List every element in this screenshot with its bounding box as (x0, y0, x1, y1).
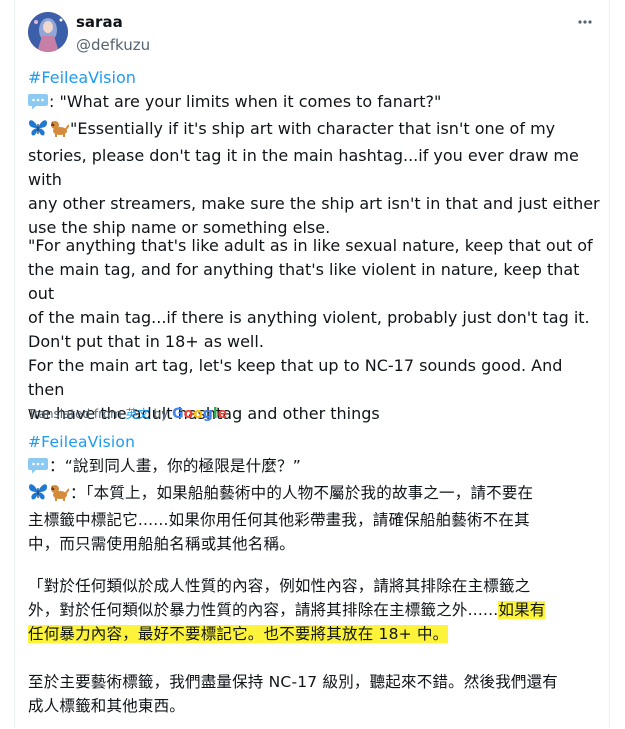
translation-question-text: “說到同人畫，你的極限是什麼？” (64, 457, 301, 475)
author-name[interactable]: saraa (76, 13, 123, 31)
dog-emoji (49, 483, 70, 508)
avatar[interactable] (28, 12, 68, 52)
source-language-link[interactable]: 英文 (126, 407, 150, 421)
hashtag-link[interactable]: #FeileaVision (28, 68, 136, 87)
translation-text-intro: #FeileaVision ：“說到同人畫，你的極限是什麼？” ：「本質上，如果… (28, 430, 603, 556)
highlighted-text-2: 任何暴力內容，最好不要標記它。也不要將其放在 18+ 中。 (28, 625, 449, 643)
translation-answer-line-2: 主標籤中標記它......如果你用任何其他彩帶畫我，請確保船舶藝術不在其 (28, 511, 530, 529)
answer-line-3: any other streamers, make sure the ship … (28, 194, 600, 213)
translation-paragraph-3-line-1: 至於主要藝術標籤，我們盡量保持 NC-17 級別，聽起來不錯。然後我們還有 (28, 673, 558, 691)
translation-question-prefix: ： (49, 457, 65, 475)
translation-paragraph-3: 至於主要藝術標籤，我們盡量保持 NC-17 級別，聽起來不錯。然後我們還有 成人… (28, 670, 603, 718)
translation-paragraph-3-line-2: 成人標籤和其他東西。 (28, 697, 186, 715)
butterfly-emoji (28, 119, 48, 144)
translated-by-label: by (153, 407, 169, 421)
more-horizontal-icon (578, 20, 592, 24)
translation-answer-line-3: 中，而只需使用船舶名稱或其他名稱。 (28, 535, 295, 553)
google-logo: Google (172, 406, 228, 422)
translation-paragraph-2: 「對於任何類似於成人性質的內容，例如性內容，請將其排除在主標籤之 外，對於任何類… (28, 574, 603, 646)
translation-paragraph-2-line-2: 外，對於任何類似於暴力性質的內容，請將其排除在主標籤之外...... (28, 601, 499, 619)
answer-line-1: "Essentially if it's ship art with chara… (70, 119, 556, 138)
post-text-paragraph-2: "For anything that's like adult as in li… (28, 234, 603, 354)
tweet-card: saraa @defkuzu #FeileaVision : "What are… (14, 0, 610, 729)
translation-answer-line-1: ：「本質上，如果船舶藝術中的人物不屬於我的故事之一，請不要在 (70, 484, 534, 502)
dog-emoji (49, 119, 70, 144)
butterfly-emoji (28, 483, 48, 508)
paragraph-2-line-3: of the main tag...if there is anything v… (28, 308, 590, 327)
author-handle[interactable]: @defkuzu (76, 36, 150, 54)
question-text: "What are your limits when it comes to f… (59, 92, 442, 111)
speech-bubble-emoji (28, 93, 48, 117)
translation-hashtag-link[interactable]: #FeileaVision (28, 433, 135, 451)
paragraph-3-line-1: For the main art tag, let's keep that up… (28, 356, 563, 399)
question-prefix: : (49, 92, 60, 111)
paragraph-2-line-1: "For anything that's like adult as in li… (28, 236, 593, 255)
answer-line-2: stories, please don't tag it in the main… (28, 146, 579, 189)
paragraph-2-line-2: the main tag, and for anything that's li… (28, 260, 580, 303)
post-text-intro: #FeileaVision : "What are your limits wh… (28, 66, 603, 240)
more-options-button[interactable] (571, 8, 599, 36)
translation-attribution: Translated from 英文 by Google (28, 405, 227, 423)
translation-paragraph-2-line-1: 「對於任何類似於成人性質的內容，例如性內容，請將其排除在主標籤之 (28, 577, 531, 595)
highlighted-text-1: 如果有 (498, 601, 546, 619)
speech-bubble-emoji (28, 457, 48, 481)
translated-from-label: Translated from (28, 407, 122, 421)
paragraph-2-line-4: Don't put that in 18+ as well. (28, 332, 264, 351)
